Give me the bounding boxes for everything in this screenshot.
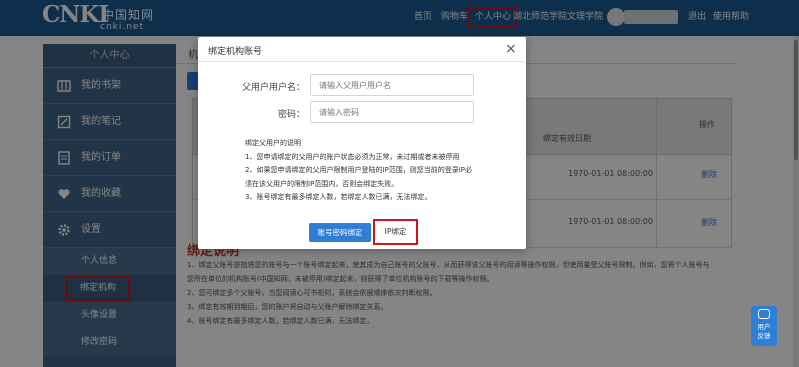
- ip-bind-button[interactable]: IP绑定: [373, 219, 418, 245]
- description-line: 3、账号绑定有最多绑定人数，若绑定人数已满，无法绑定。: [245, 193, 432, 201]
- feedback-label-line: 反馈: [757, 332, 771, 340]
- description-line: 须在该父用户的限制IP范围内，否则会绑定失败。: [245, 179, 399, 188]
- description-title: 绑定父用户的说明: [245, 139, 301, 147]
- dialog-header: 绑定机构账号 ×: [198, 37, 526, 62]
- feedback-label-line: 用户: [757, 323, 771, 331]
- close-icon[interactable]: ×: [505, 40, 517, 58]
- binding-description: 绑定父用户的说明 1、您申请绑定的父用户的账户状态必须为正常，未过期或者未被停用…: [245, 137, 515, 205]
- user-feedback-button[interactable]: 用户 反馈: [751, 306, 777, 346]
- description-line: 2、如果您申请绑定的父用户限制用户登陆的IP范围，则您当前的登录IP必: [245, 166, 473, 174]
- password-label: 密码：: [277, 110, 305, 120]
- username-label: 父用户用户名：: [241, 83, 305, 93]
- dialog-title: 绑定机构账号: [208, 47, 263, 57]
- account-password-bind-button[interactable]: 账号密码绑定: [309, 223, 371, 242]
- bind-institution-dialog: 绑定机构账号 × 父用户用户名： 密码： 绑定父用户的说明 1、您申请绑定的父用…: [198, 37, 526, 249]
- description-line: 1、您申请绑定的父用户的账户状态必须为正常，未过期或者未被停用: [245, 152, 460, 161]
- username-input[interactable]: [310, 74, 474, 96]
- feedback-label: 用户 反馈: [751, 323, 777, 341]
- chat-bubble-icon: [758, 309, 770, 319]
- password-input[interactable]: [310, 101, 474, 123]
